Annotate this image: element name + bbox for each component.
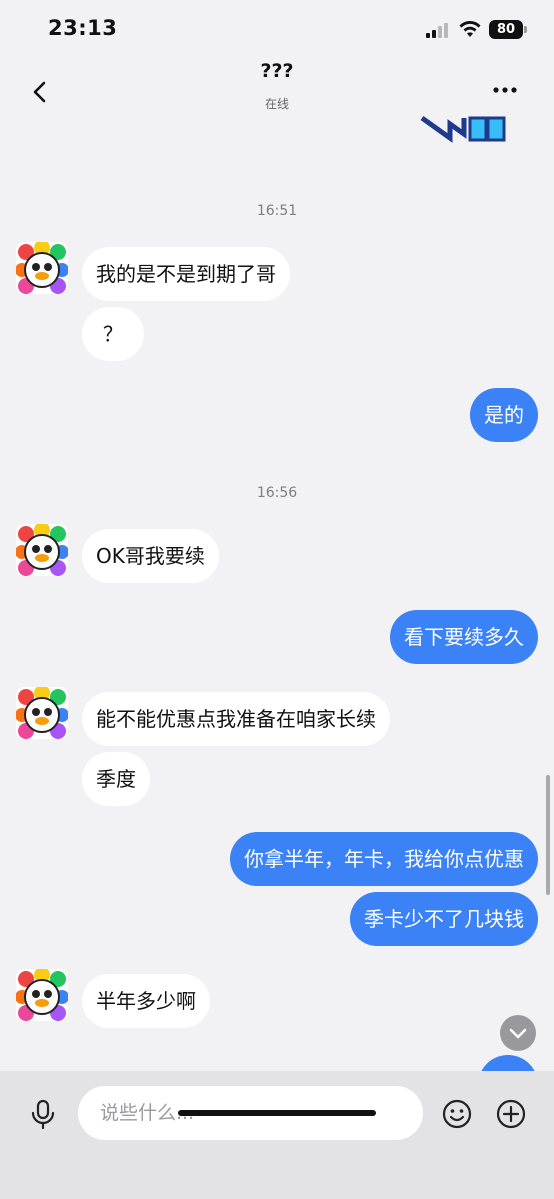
emoji-icon[interactable] (441, 1098, 473, 1130)
incoming-message[interactable]: ？ (82, 307, 144, 361)
incoming-message[interactable]: 能不能优惠点我准备在咱家长续 (82, 692, 390, 746)
outgoing-message[interactable]: 看下要续多久 (390, 610, 538, 664)
contact-avatar[interactable] (16, 242, 68, 294)
chat-title: ??? (260, 60, 294, 82)
status-bar: 23:13 80 (0, 0, 554, 60)
incoming-message[interactable]: 半年多少啊 (82, 974, 210, 1028)
contact-avatar[interactable] (16, 524, 68, 576)
contact-avatar[interactable] (16, 969, 68, 1021)
online-status: 在线 (264, 97, 289, 111)
battery-indicator: 80 (489, 20, 523, 39)
message-timestamp: 16:51 (256, 203, 298, 219)
more-icon[interactable] (488, 78, 522, 102)
chevron-down-icon (509, 1028, 527, 1039)
wifi-icon (459, 21, 481, 37)
outgoing-message[interactable]: 你拿半年，年卡，我给你点优惠 (230, 832, 538, 886)
microphone-icon[interactable] (26, 1097, 60, 1131)
plus-icon[interactable] (495, 1098, 527, 1130)
message-timestamp: 16:56 (256, 485, 298, 501)
incoming-message[interactable]: OK哥我要续 (82, 529, 219, 583)
battery-tip (524, 26, 527, 33)
sticker-image[interactable] (420, 116, 508, 144)
scroll-to-bottom-button[interactable] (500, 1015, 536, 1051)
incoming-message[interactable]: 我的是不是到期了哥 (82, 247, 290, 301)
outgoing-message[interactable]: 是的 (470, 388, 538, 442)
chat-header: ??? 在线 (0, 60, 554, 120)
outgoing-message[interactable]: 季卡少不了几块钱 (350, 892, 538, 946)
message-composer (0, 1071, 554, 1199)
signal-icon (426, 22, 452, 38)
contact-avatar[interactable] (16, 687, 68, 739)
status-time: 23:13 (48, 16, 118, 40)
incoming-message[interactable]: 季度 (82, 752, 150, 806)
scrollbar[interactable] (546, 775, 550, 895)
home-indicator (178, 1110, 376, 1116)
